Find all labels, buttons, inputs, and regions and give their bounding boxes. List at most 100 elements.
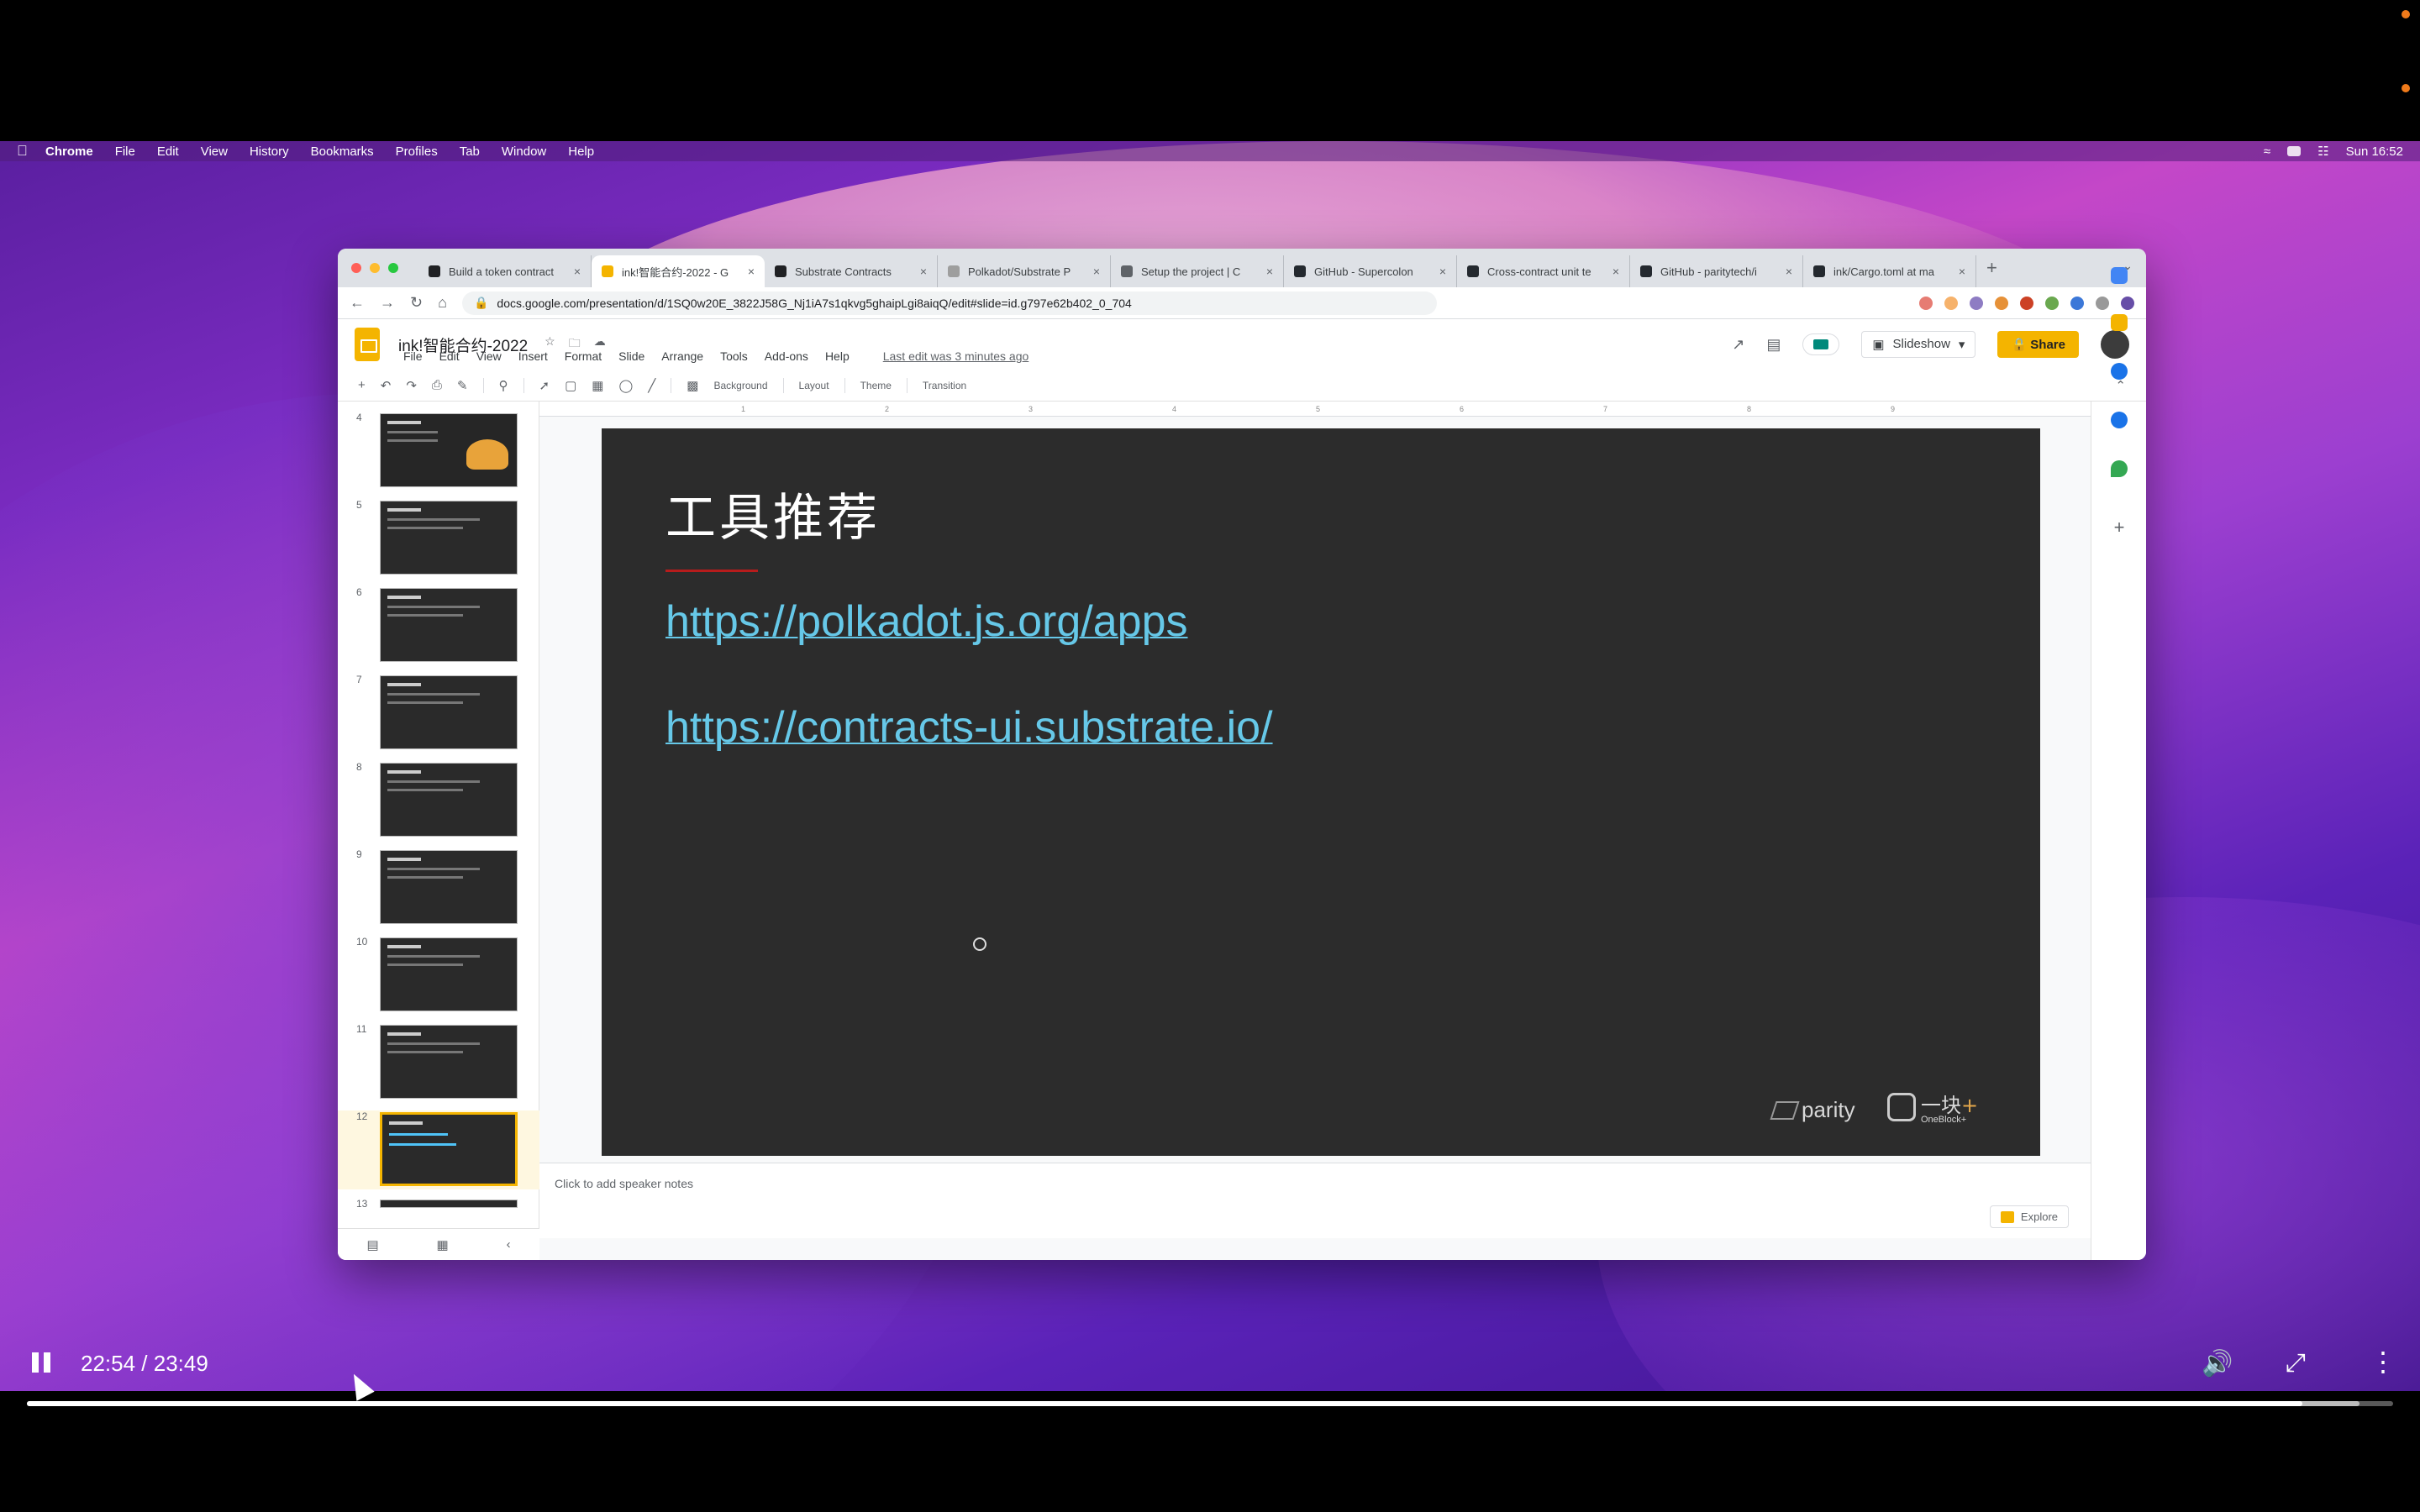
slide-thumbnail-9[interactable]: 9 xyxy=(338,848,539,927)
browser-tab[interactable]: ink/Cargo.toml at ma × xyxy=(1803,255,1976,287)
close-tab-icon[interactable]: × xyxy=(1959,265,1965,278)
pause-button[interactable] xyxy=(30,1352,52,1374)
line-icon[interactable]: ╱ xyxy=(648,378,655,393)
profile-icon[interactable] xyxy=(2121,296,2134,310)
menu-help[interactable]: Help xyxy=(568,144,594,159)
close-tab-icon[interactable]: × xyxy=(1612,265,1619,278)
slide-thumbnail-12[interactable]: 12 xyxy=(338,1110,539,1189)
browser-tab[interactable]: Polkadot/Substrate P × xyxy=(938,255,1111,287)
text-box-icon[interactable]: ▢ xyxy=(565,378,576,393)
more-options-icon[interactable]: ⋮ xyxy=(2370,1346,2396,1378)
wifi-icon[interactable]: ≈ xyxy=(2264,144,2270,159)
meet-button[interactable] xyxy=(1802,333,1840,355)
progress-bar[interactable] xyxy=(27,1401,2393,1406)
background-button[interactable]: Background xyxy=(713,380,767,391)
slide-thumbnail-6[interactable]: 6 xyxy=(338,586,539,665)
close-tab-icon[interactable]: × xyxy=(748,265,755,278)
menu-view[interactable]: View xyxy=(476,349,502,363)
minimize-window-icon[interactable] xyxy=(370,263,380,273)
explore-button[interactable]: Explore xyxy=(1989,1205,2069,1228)
clock[interactable]: Sun 16:52 xyxy=(2346,144,2403,159)
paint-format-icon[interactable]: ✎ xyxy=(457,378,468,393)
menu-arrange[interactable]: Arrange xyxy=(661,349,703,363)
close-tab-icon[interactable]: × xyxy=(574,265,581,278)
close-window-icon[interactable] xyxy=(351,263,361,273)
slide-thumbnail-11[interactable]: 11 xyxy=(338,1023,539,1102)
close-tab-icon[interactable]: × xyxy=(1093,265,1100,278)
slide-thumbnail-8[interactable]: 8 xyxy=(338,761,539,840)
extension-icon[interactable] xyxy=(2020,296,2033,310)
collapse-icon[interactable]: ‹ xyxy=(507,1237,511,1252)
shape-icon[interactable]: ◯ xyxy=(618,378,633,393)
layout-button[interactable]: Layout xyxy=(799,380,829,391)
chevron-down-icon[interactable]: ▾ xyxy=(1959,337,1965,352)
undo-icon[interactable]: ↶ xyxy=(381,378,392,393)
new-tab-button[interactable]: + xyxy=(1986,257,1997,279)
browser-tab[interactable]: GitHub - paritytech/i × xyxy=(1630,255,1803,287)
theme-button[interactable]: Theme xyxy=(860,380,892,391)
activity-dashboard-icon[interactable]: ↗ xyxy=(1732,336,1744,354)
menu-tools[interactable]: Tools xyxy=(720,349,748,363)
menu-window[interactable]: Window xyxy=(502,144,546,159)
redo-icon[interactable]: ↷ xyxy=(406,378,417,393)
comment-add-icon[interactable]: ▩ xyxy=(687,378,698,393)
extension-icon[interactable] xyxy=(1970,296,1983,310)
forward-icon[interactable]: → xyxy=(380,294,395,312)
menu-slide[interactable]: Slide xyxy=(618,349,644,363)
speaker-notes-placeholder[interactable]: Click to add speaker notes xyxy=(555,1177,693,1190)
comments-icon[interactable]: ▤ xyxy=(1766,336,1781,354)
close-tab-icon[interactable]: × xyxy=(1266,265,1273,278)
extension-icon[interactable] xyxy=(2070,296,2084,310)
select-icon[interactable]: ➚ xyxy=(539,378,550,393)
menu-file[interactable]: File xyxy=(115,144,135,159)
new-slide-icon[interactable]: + xyxy=(358,378,366,392)
extension-icon[interactable] xyxy=(2045,296,2059,310)
menu-file[interactable]: File xyxy=(403,349,423,363)
menu-insert[interactable]: Insert xyxy=(518,349,548,363)
reload-icon[interactable]: ↻ xyxy=(410,294,423,312)
google-slides-logo-icon[interactable] xyxy=(355,328,380,361)
filmstrip-view-icon[interactable]: ▤ xyxy=(366,1237,378,1252)
contracts-ui-link[interactable]: https://contracts-ui.substrate.io/ xyxy=(666,702,1273,753)
grid-view-icon[interactable]: ▦ xyxy=(437,1237,449,1252)
metamask-icon[interactable] xyxy=(1995,296,2008,310)
contacts-icon[interactable] xyxy=(2111,412,2128,428)
menu-help[interactable]: Help xyxy=(825,349,850,363)
slide-canvas[interactable]: 工具推荐 https://polkadot.js.org/apps https:… xyxy=(602,428,2040,1156)
filmstrip[interactable]: 4 5 6 7 8 9 10 11 12 13 ▤ ▦ ‹ xyxy=(338,402,539,1260)
home-icon[interactable]: ⌂ xyxy=(438,294,447,312)
close-tab-icon[interactable]: × xyxy=(1439,265,1446,278)
battery-icon[interactable] xyxy=(2287,146,2302,156)
extension-icon[interactable] xyxy=(1919,296,1933,310)
zoom-icon[interactable]: ⚲ xyxy=(499,378,508,393)
browser-tab[interactable]: GitHub - Supercolon × xyxy=(1284,255,1457,287)
slide-thumbnail-5[interactable]: 5 xyxy=(338,499,539,578)
zoom-window-icon[interactable] xyxy=(388,263,398,273)
transition-button[interactable]: Transition xyxy=(923,380,966,391)
menu-edit[interactable]: Edit xyxy=(157,144,179,159)
menu-view[interactable]: View xyxy=(201,144,228,159)
close-tab-icon[interactable]: × xyxy=(1786,265,1792,278)
chevron-up-icon[interactable]: ⌃ xyxy=(2115,378,2126,393)
slide-thumbnail-7[interactable]: 7 xyxy=(338,674,539,753)
maps-icon[interactable] xyxy=(2111,460,2128,477)
back-icon[interactable]: ← xyxy=(350,294,365,312)
browser-tab[interactable]: Cross-contract unit te × xyxy=(1457,255,1630,287)
browser-tab[interactable]: Setup the project | C × xyxy=(1111,255,1284,287)
speaker-notes[interactable]: Click to add speaker notes Explore xyxy=(539,1163,2091,1238)
calendar-icon[interactable] xyxy=(2111,267,2128,284)
polkadot-apps-link[interactable]: https://polkadot.js.org/apps xyxy=(666,596,1188,647)
slideshow-button[interactable]: ▣ Slideshow ▾ xyxy=(1861,331,1976,358)
browser-tab[interactable]: ink!智能合约-2022 - G × xyxy=(592,255,765,287)
address-bar[interactable]: 🔒 docs.google.com/presentation/d/1SQ0w20… xyxy=(461,291,1437,315)
menu-history[interactable]: History xyxy=(250,144,289,159)
apple-icon[interactable]:  xyxy=(17,143,30,160)
browser-tab[interactable]: Substrate Contracts × xyxy=(765,255,938,287)
menu-profiles[interactable]: Profiles xyxy=(396,144,438,159)
add-addon-icon[interactable]: + xyxy=(2111,518,2128,537)
menu-addons[interactable]: Add-ons xyxy=(765,349,808,363)
print-icon[interactable]: ⎙ xyxy=(432,378,442,392)
share-button[interactable]: 🔒 Share xyxy=(1997,331,2079,358)
last-edit-link[interactable]: Last edit was 3 minutes ago xyxy=(883,349,1029,363)
menu-app-name[interactable]: Chrome xyxy=(45,144,93,159)
